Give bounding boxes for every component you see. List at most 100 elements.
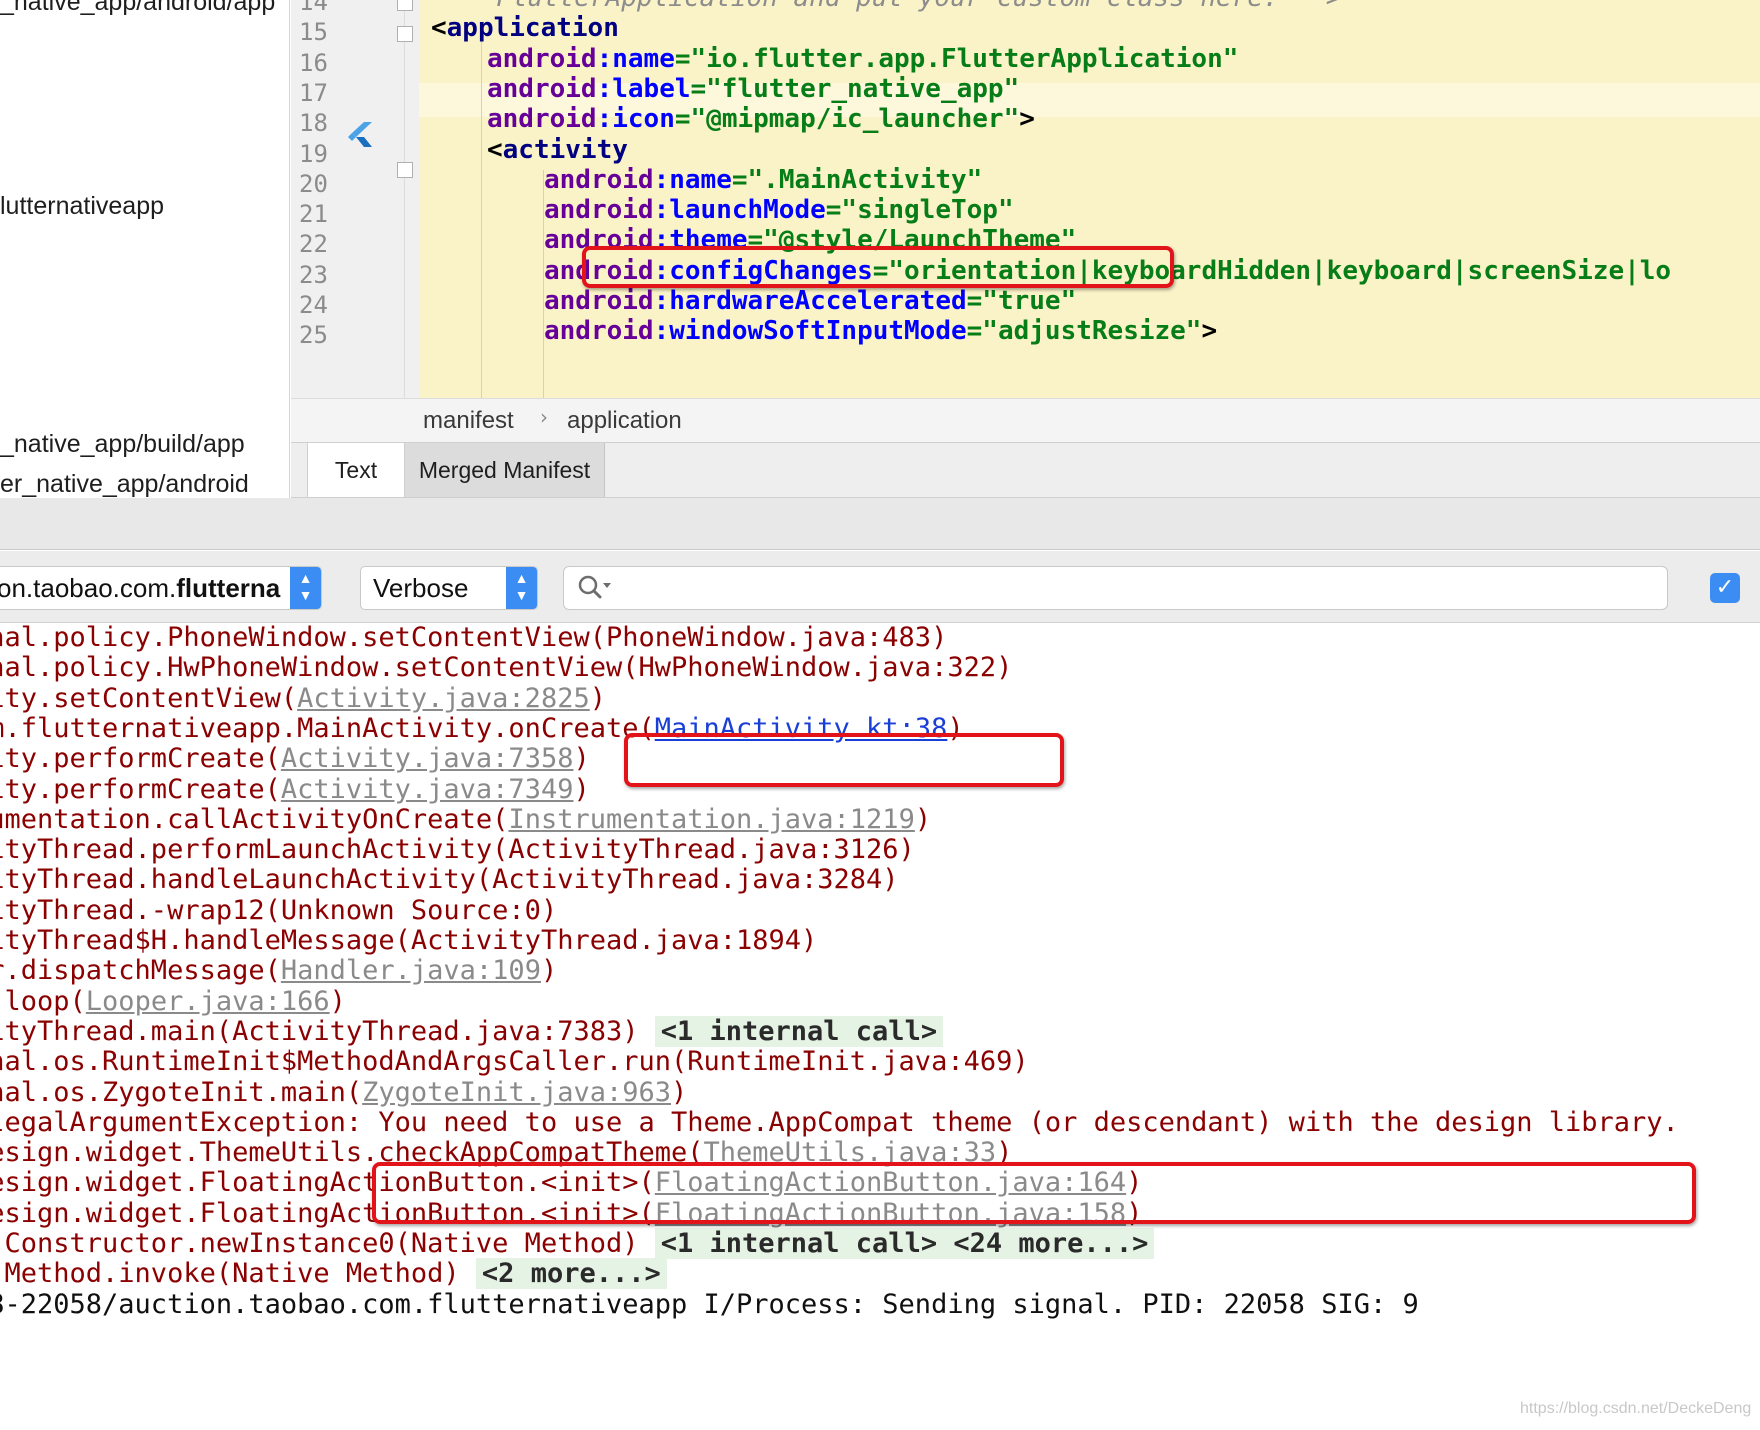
log-line: rnal.os.RuntimeInit$MethodAndArgsCaller.… <box>0 1045 1029 1079</box>
code-token: :icon <box>596 104 675 135</box>
log-text: ) <box>329 985 346 1017</box>
log-text: rnal.policy.HwPhoneWindow.setContentView… <box>0 652 1013 684</box>
breadcrumb-application[interactable]: application <box>567 407 682 435</box>
code-line: <activity <box>487 133 628 167</box>
code-token: FlutterApplication and put your custom c… <box>496 0 1341 13</box>
chevron-right-icon: › <box>540 405 548 429</box>
process-name-bold: flutterna <box>176 573 281 603</box>
code-line: <application <box>431 11 619 45</box>
breadcrumb: manifest › application <box>291 398 1760 443</box>
line-number: 18 <box>299 109 328 138</box>
project-tree-item[interactable]: er_native_app/android <box>0 470 249 499</box>
log-line: 58-22058/auction.taobao.com.flutternativ… <box>0 1288 1419 1322</box>
code-token: > <box>1019 104 1035 135</box>
folded-frames[interactable]: <1 internal call> <24 more...> <box>654 1228 1155 1259</box>
search-icon[interactable] <box>576 574 612 602</box>
log-text: rnal.os.ZygoteInit.main( <box>0 1076 363 1108</box>
code-token: android <box>544 286 654 316</box>
code-token: android <box>544 164 654 195</box>
project-tree-item[interactable]: _native_app/android/app <box>0 0 275 17</box>
log-text: ) <box>540 955 558 987</box>
log-text: vityThread.handleLaunchActivity(Activity… <box>0 864 899 896</box>
log-text: llegalArgumentException: You need to use… <box>0 1106 1679 1138</box>
source-link[interactable]: Activity.java:2825 <box>297 683 590 714</box>
log-line: vityThread.handleLaunchActivity(Activity… <box>0 863 899 897</box>
log-line: vityThread.-wrap12(Unknown Source:0) <box>0 894 557 928</box>
log-text: ) <box>914 803 932 835</box>
up-down-arrows-icon[interactable]: ▲ ▼ <box>290 567 321 609</box>
up-down-arrows-icon[interactable]: ▲ ▼ <box>506 567 537 609</box>
code-line: android:launchMode="singleTop" <box>544 193 1014 227</box>
code-line: android:icon="@mipmap/ic_launcher"> <box>487 102 1035 136</box>
fold-marker-icon[interactable] <box>397 26 413 42</box>
source-link[interactable]: Activity.java:7349 <box>281 774 574 805</box>
folded-frames[interactable]: <2 more...> <box>475 1258 667 1290</box>
line-number: 23 <box>299 260 328 289</box>
log-text: r.loop( <box>0 985 86 1017</box>
log-line: vityThread.main(ActivityThread.java:7383… <box>0 1015 944 1049</box>
tab-text[interactable]: Text <box>307 443 405 497</box>
log-line: vityThread.performLaunchActivity(Activit… <box>0 833 915 867</box>
code-line: android:name="io.flutter.app.FlutterAppl… <box>487 42 1238 76</box>
log-text: rumentation.callActivityOnCreate( <box>0 803 509 835</box>
log-line: er.dispatchMessage(Handler.java:109) <box>0 954 557 988</box>
source-link[interactable]: ZygoteInit.java:963 <box>362 1077 671 1108</box>
source-link[interactable]: Activity.java:7358 <box>281 743 574 774</box>
log-line: t.Constructor.newInstance0(Native Method… <box>0 1227 1155 1261</box>
code-token: ="singleTop" <box>825 195 1014 226</box>
watermark: https://blog.csdn.net/DeckeDeng <box>1520 1400 1752 1417</box>
fold-marker-icon[interactable] <box>397 162 413 178</box>
source-link[interactable]: Looper.java:166 <box>86 986 330 1017</box>
line-number: 20 <box>299 169 328 198</box>
fold-marker-icon[interactable] <box>397 0 413 11</box>
process-select[interactable]: on.taobao.com.flutterna ▲ ▼ <box>0 566 322 610</box>
log-text: 58-22058/auction.taobao.com.flutternativ… <box>0 1288 1419 1320</box>
log-text: vity.setContentView( <box>0 682 298 714</box>
line-number: 22 <box>299 230 328 259</box>
breadcrumb-manifest[interactable]: manifest <box>423 407 514 435</box>
source-link[interactable]: Instrumentation.java:1219 <box>508 804 914 835</box>
line-number: 25 <box>299 321 328 350</box>
tab-merged-manifest[interactable]: Merged Manifest <box>405 443 605 497</box>
code-token: :launchMode <box>653 195 826 226</box>
line-number: 17 <box>299 78 328 107</box>
log-line: t.Method.invoke(Native Method) <2 more..… <box>0 1257 667 1291</box>
code-token: android <box>544 316 654 347</box>
log-line: rnal.policy.HwPhoneWindow.setContentView… <box>0 651 1012 685</box>
project-sidebar: _native_app/android/app lutternativeapp … <box>0 0 290 500</box>
project-tree-item[interactable]: _native_app/build/app <box>0 430 245 459</box>
code-token: ="flutter_native_app" <box>690 73 1020 104</box>
code-token: ="adjustResize" <box>966 316 1202 347</box>
code-token: android <box>487 43 597 74</box>
code-token: < <box>487 134 503 165</box>
log-text: rnal.os.RuntimeInit$MethodAndArgsCaller.… <box>0 1046 1029 1078</box>
log-text: ) <box>589 682 606 714</box>
log-level-select[interactable]: Verbose ▲ ▼ <box>360 566 538 610</box>
editor-tab-bar: Text Merged Manifest <box>291 443 1760 498</box>
code-token: :name <box>596 43 675 74</box>
code-token: ="@mipmap/ic_launcher" <box>674 104 1020 135</box>
log-line: r.loop(Looper.java:166) <box>0 985 346 1019</box>
source-link[interactable]: Handler.java:109 <box>281 955 541 986</box>
code-editor[interactable]: 141516171819202122232425 FlutterApplicat… <box>291 0 1760 398</box>
regex-checkbox[interactable]: ✓ <box>1710 573 1740 603</box>
flutter-icon[interactable] <box>346 120 374 152</box>
code-token: ="true" <box>966 286 1077 316</box>
log-line: rnal.os.ZygoteInit.main(ZygoteInit.java:… <box>0 1076 687 1110</box>
line-number: 19 <box>299 139 328 168</box>
log-line: vity.performCreate(Activity.java:7349) <box>0 773 590 807</box>
highlight-box-exception <box>372 1162 1696 1224</box>
logcat-search-input[interactable] <box>563 566 1668 610</box>
code-token: android <box>487 73 597 104</box>
highlight-box-mainactivity <box>624 733 1064 787</box>
log-text: vityThread$H.handleMessage(ActivityThrea… <box>0 925 818 956</box>
code-token: application <box>446 13 619 44</box>
folded-frames[interactable]: <1 internal call> <box>654 1015 944 1047</box>
log-text: rnal.policy.PhoneWindow.setContentView(P… <box>0 624 948 653</box>
code-token: ="io.flutter.app.FlutterApplication" <box>674 43 1239 74</box>
logcat-toolbar: on.taobao.com.flutterna ▲ ▼ Verbose ▲ ▼ ✓ <box>0 551 1760 623</box>
project-tree-item[interactable]: lutternativeapp <box>0 192 164 221</box>
code-token: :name <box>653 164 732 195</box>
line-number: 21 <box>299 200 328 229</box>
panel-splitter[interactable] <box>0 498 1760 550</box>
